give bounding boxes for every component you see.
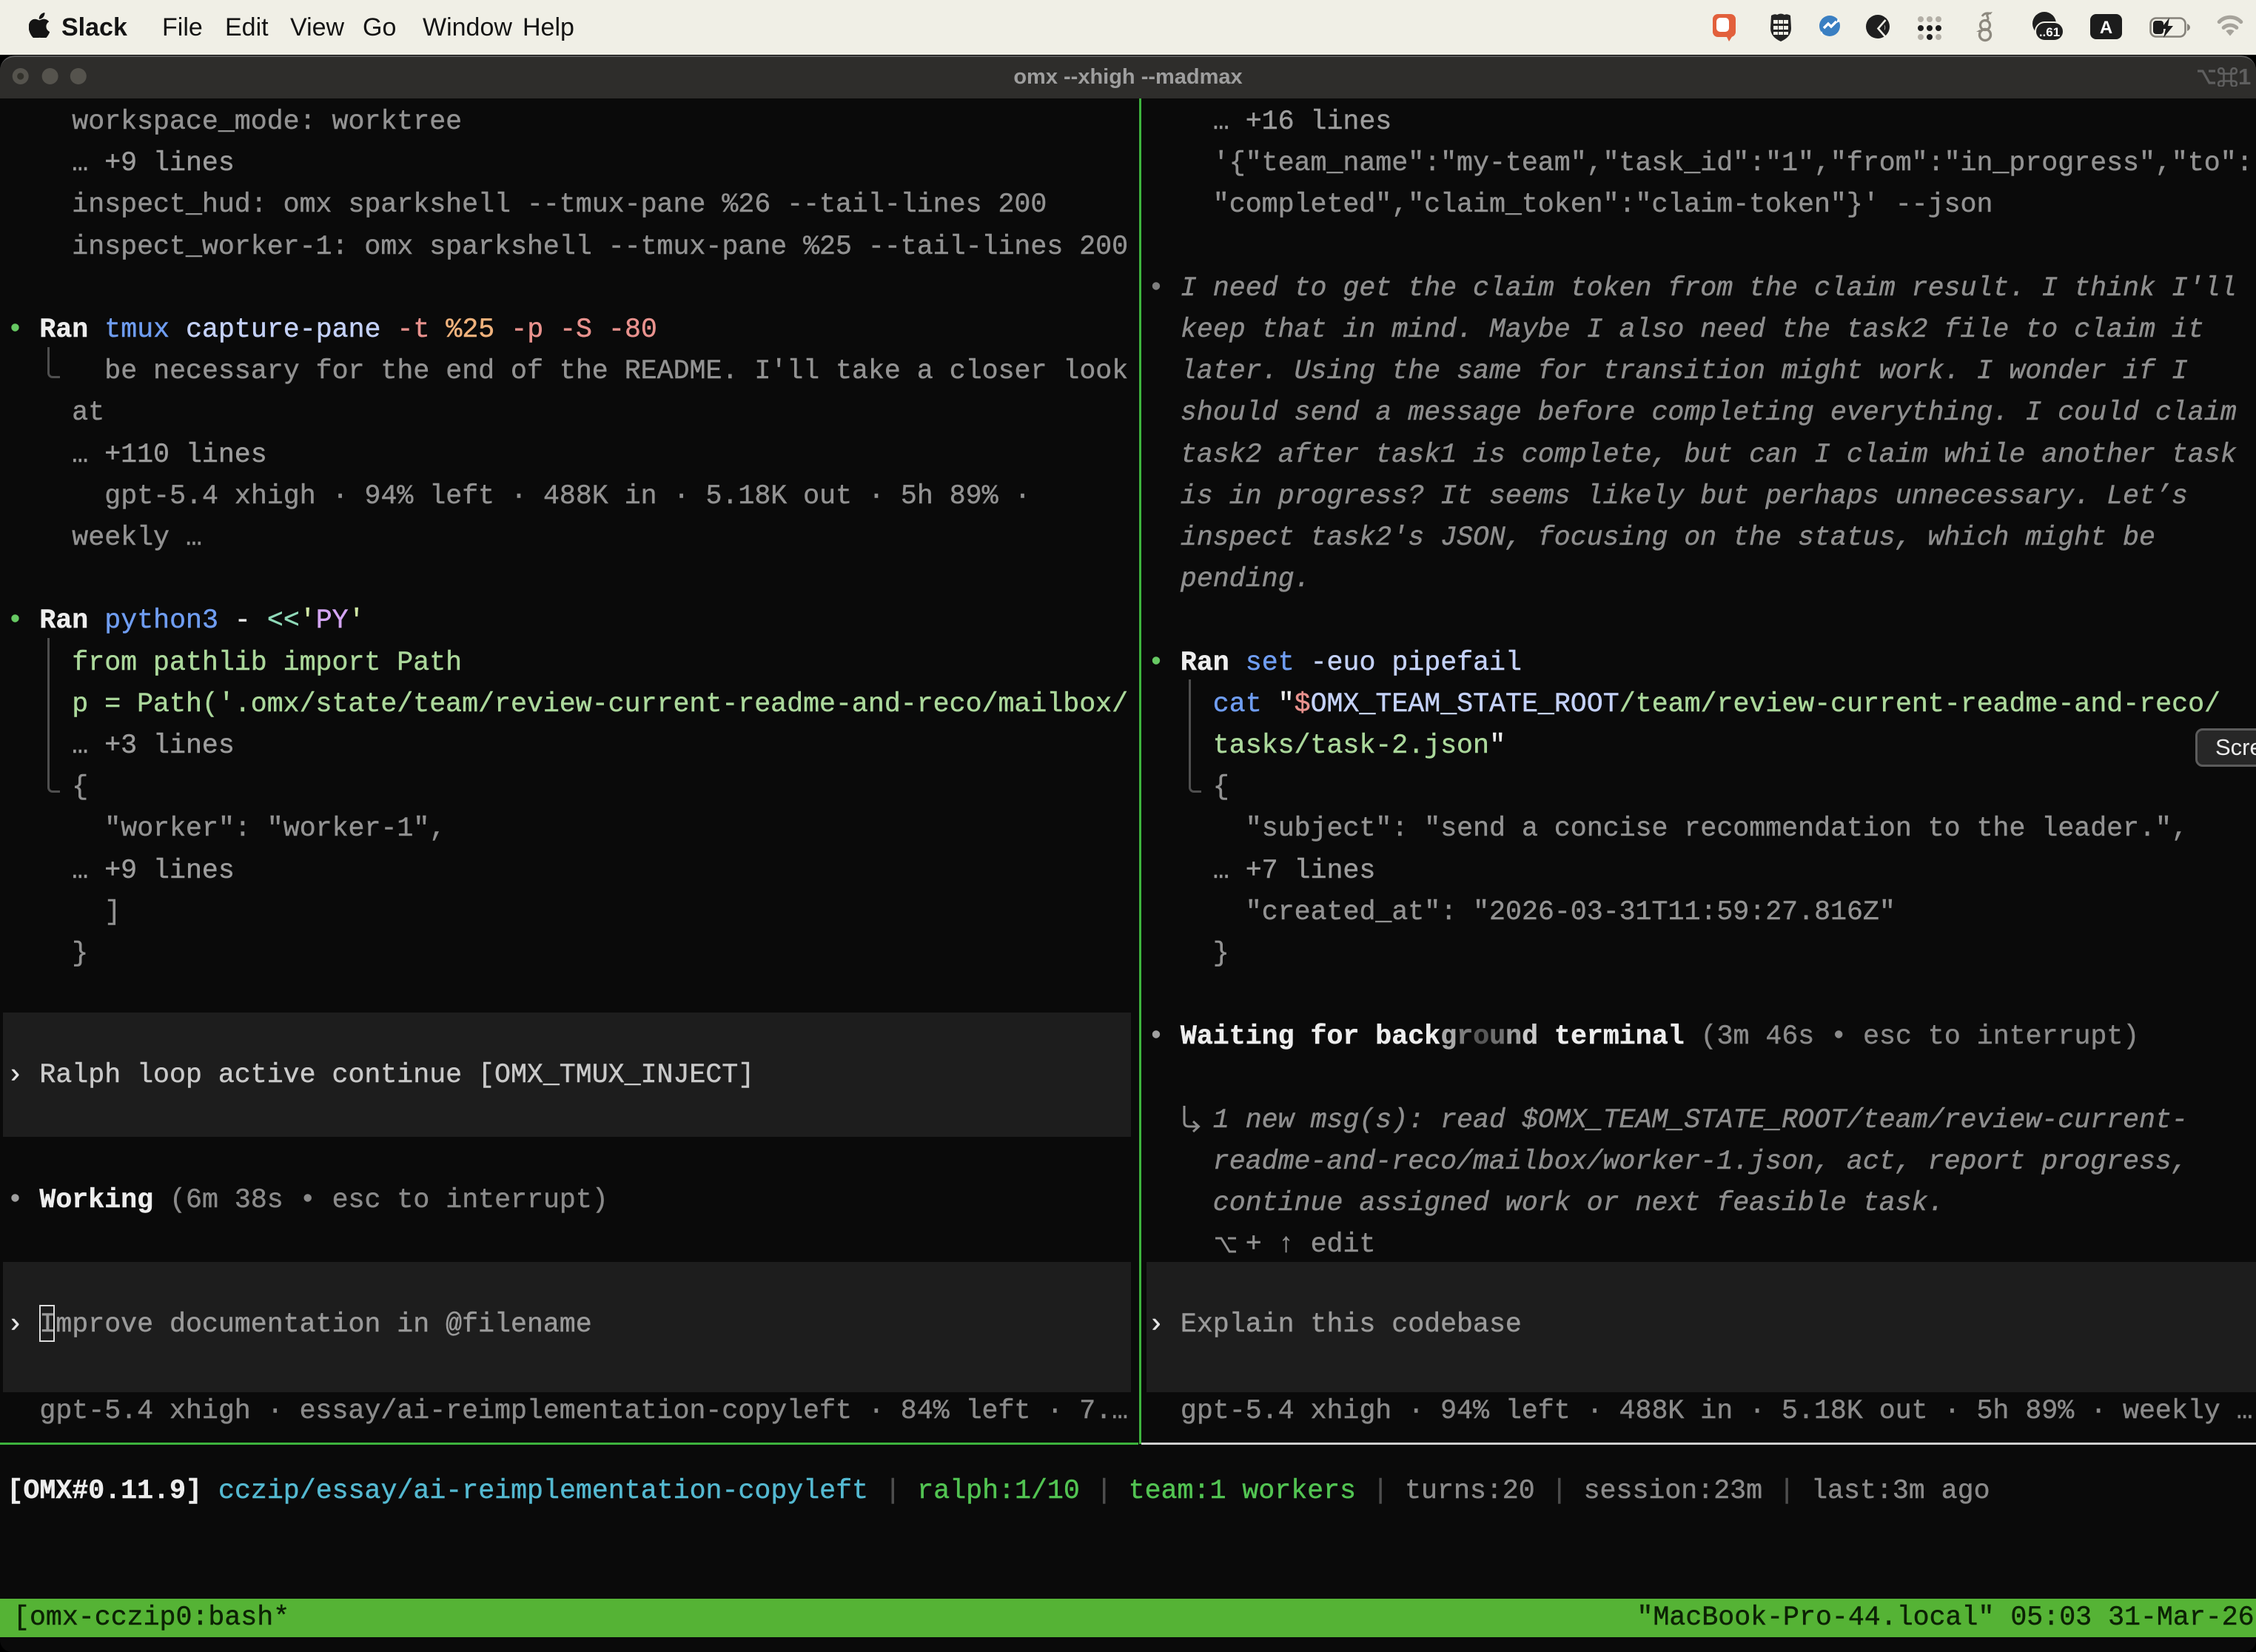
svg-text:A: A xyxy=(2100,18,2112,38)
svg-text:..61: ..61 xyxy=(2039,25,2060,39)
